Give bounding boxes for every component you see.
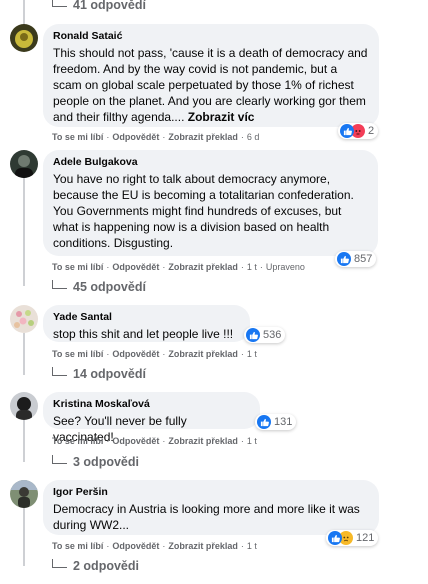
translate-action[interactable]: Zobrazit překlad xyxy=(168,349,238,359)
reaction-count: 131 xyxy=(274,416,293,428)
timestamp[interactable]: 1 t xyxy=(247,436,257,446)
thread-line xyxy=(23,0,25,26)
reaction-count: 2 xyxy=(368,125,375,137)
comment-actions: To se mi líbí · Odpovědět · Zobrazit překlad… xyxy=(52,349,257,359)
timestamp[interactable]: 6 d xyxy=(247,132,260,142)
like-icon xyxy=(246,328,260,342)
reply-action[interactable]: Odpovědět xyxy=(112,262,159,272)
comment-text: Democracy in Austria is looking more and… xyxy=(53,502,360,532)
see-more-link[interactable]: Zobrazit víc xyxy=(188,110,255,124)
view-replies-link[interactable]: 2 odpovědi xyxy=(52,558,139,574)
comment-actions: To se mi líbí · Odpovědět · Zobrazit překlad… xyxy=(52,262,305,272)
like-action[interactable]: To se mi líbí xyxy=(52,262,103,272)
comment-bubble: Ronald Sataić This should not pass, 'cau… xyxy=(43,24,379,127)
comment-text: You have no right to talk about democrac… xyxy=(53,172,354,250)
comment-author[interactable]: Adele Bulgakova xyxy=(53,156,368,169)
avatar[interactable] xyxy=(10,480,38,508)
thread-line xyxy=(23,508,25,566)
comment-actions: To se mi líbí · Odpovědět · Zobrazit překlad… xyxy=(52,541,257,551)
reply-action[interactable]: Odpovědět xyxy=(112,349,159,359)
avatar[interactable] xyxy=(10,305,38,333)
comment-bubble: Yade Santal stop this shit and let peopl… xyxy=(43,305,250,342)
reaction-summary[interactable]: 536 xyxy=(244,327,286,343)
avatar[interactable] xyxy=(10,24,38,52)
reaction-summary[interactable]: 2 xyxy=(338,123,379,139)
reaction-summary[interactable]: 131 xyxy=(255,414,297,430)
reply-arrow-icon xyxy=(52,280,67,289)
comment-text: This should not pass, 'cause it is a dea… xyxy=(53,46,368,124)
like-action[interactable]: To se mi líbí xyxy=(52,132,103,142)
comment-author[interactable]: Igor Peršin xyxy=(53,486,369,499)
comment-author[interactable]: Yade Santal xyxy=(53,311,240,324)
timestamp[interactable]: 1 t xyxy=(247,262,257,272)
reply-action[interactable]: Odpovědět xyxy=(112,541,159,551)
translate-action[interactable]: Zobrazit překlad xyxy=(168,262,238,272)
edited-label: Upraveno xyxy=(265,262,305,272)
comment-actions: To se mi líbí · Odpovědět · Zobrazit překlad… xyxy=(52,436,257,446)
comment-bubble: Igor Peršin Democracy in Austria is look… xyxy=(43,480,379,535)
reaction-count: 857 xyxy=(354,253,373,265)
comment-bubble: Kristina Moskaľová See? You'll never be … xyxy=(43,392,260,444)
comment-author[interactable]: Ronald Sataić xyxy=(53,30,369,43)
reaction-summary[interactable]: 857 xyxy=(335,251,377,267)
like-icon xyxy=(257,415,271,429)
reply-arrow-icon xyxy=(52,0,67,7)
like-action[interactable]: To se mi líbí xyxy=(52,436,103,446)
thread-line xyxy=(23,176,25,286)
comment-author[interactable]: Kristina Moskaľová xyxy=(53,398,250,411)
view-replies-link[interactable]: 41 odpovědí xyxy=(52,0,146,13)
reply-arrow-icon xyxy=(52,455,67,464)
comment-actions: To se mi líbí · Odpovědět · Zobrazit překlad… xyxy=(52,132,260,142)
reaction-count: 121 xyxy=(356,532,375,544)
translate-action[interactable]: Zobrazit překlad xyxy=(168,132,238,142)
comment-text: stop this shit and let people live !!! xyxy=(53,327,234,341)
reply-arrow-icon xyxy=(52,559,67,568)
thread-line xyxy=(23,333,25,375)
timestamp[interactable]: 1 t xyxy=(247,541,257,551)
translate-action[interactable]: Zobrazit překlad xyxy=(168,436,238,446)
view-replies-link[interactable]: 45 odpovědí xyxy=(52,279,146,295)
like-icon xyxy=(328,531,342,545)
reply-action[interactable]: Odpovědět xyxy=(112,436,159,446)
avatar[interactable] xyxy=(10,392,38,420)
like-icon xyxy=(340,124,354,138)
like-icon xyxy=(337,252,351,266)
like-action[interactable]: To se mi líbí xyxy=(52,541,103,551)
view-replies-link[interactable]: 3 odpovědi xyxy=(52,454,139,470)
reply-arrow-icon xyxy=(52,367,67,376)
timestamp[interactable]: 1 t xyxy=(247,349,257,359)
reaction-count: 536 xyxy=(263,329,282,341)
like-action[interactable]: To se mi líbí xyxy=(52,349,103,359)
thread-line xyxy=(23,420,25,462)
reaction-summary[interactable]: 121 xyxy=(326,530,379,546)
comment-bubble: Adele Bulgakova You have no right to tal… xyxy=(43,150,378,256)
avatar[interactable] xyxy=(10,150,38,178)
reply-action[interactable]: Odpovědět xyxy=(112,132,159,142)
view-replies-link[interactable]: 14 odpovědí xyxy=(52,366,146,382)
translate-action[interactable]: Zobrazit překlad xyxy=(168,541,238,551)
